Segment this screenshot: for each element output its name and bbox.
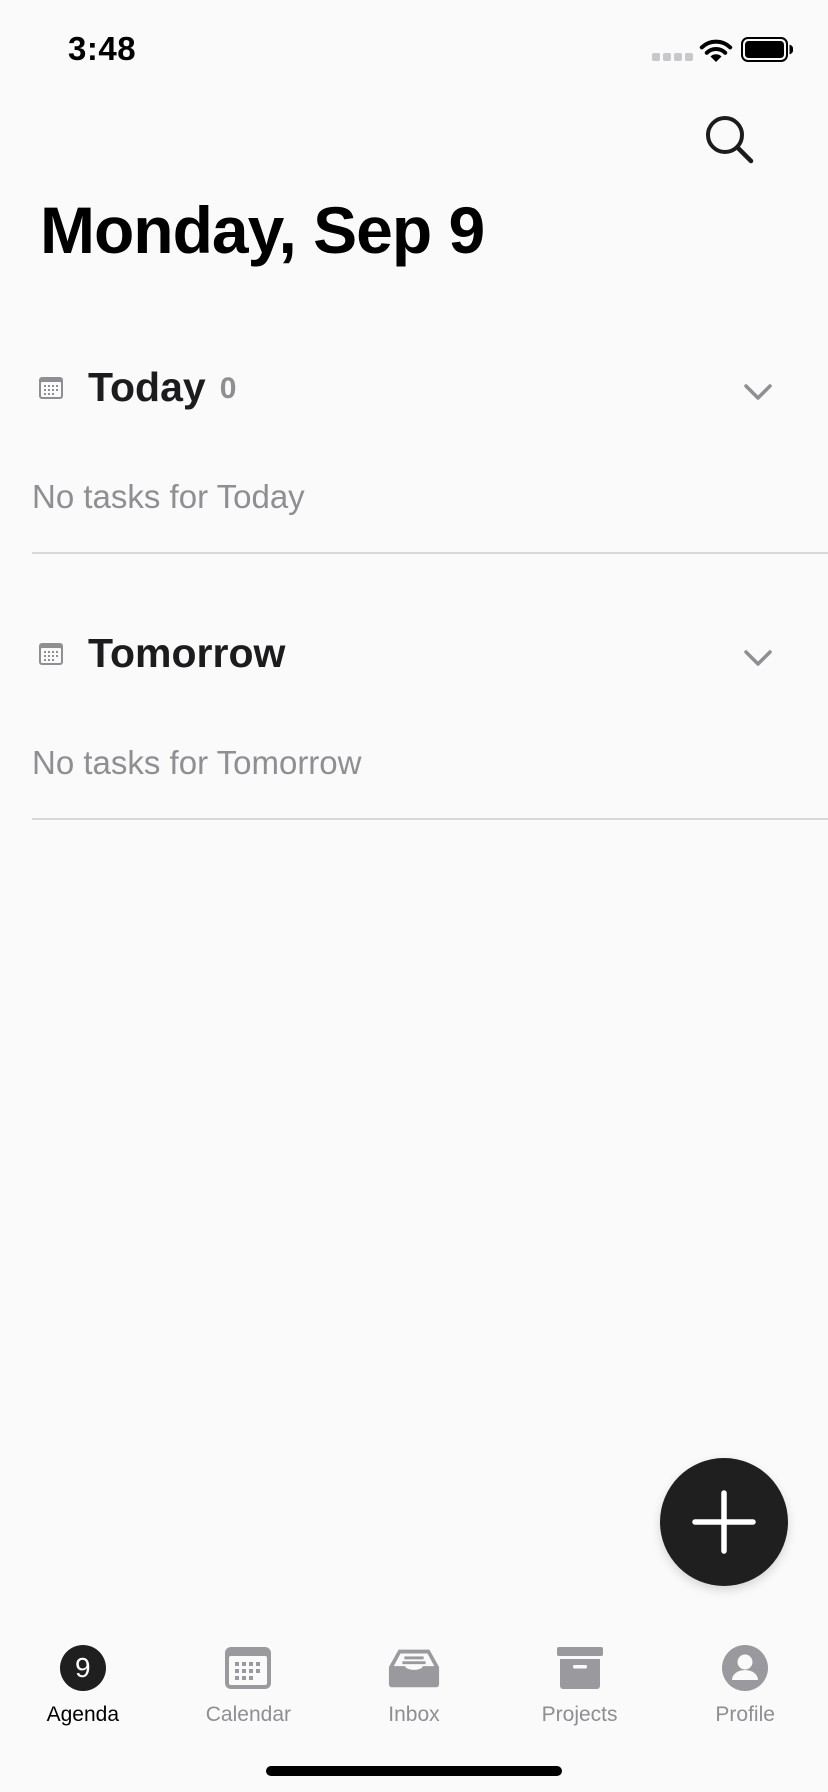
section-tomorrow: Tomorrow No tasks for Tomorrow [32, 616, 828, 821]
wifi-icon [699, 39, 733, 62]
plus-icon [692, 1490, 756, 1554]
profile-icon [722, 1645, 769, 1691]
tab-projects-label: Projects [541, 1703, 618, 1726]
archive-box-icon [556, 1647, 603, 1689]
divider [32, 818, 828, 820]
tab-inbox-label: Inbox [388, 1703, 440, 1726]
agenda-date-badge: 9 [59, 1645, 106, 1691]
inbox-tab-icon-wrap [387, 1641, 441, 1695]
section-today-count: 0 [219, 372, 237, 405]
agenda-screen: 3:48 Monday, Sep 9 Today 0 No tasks for … [0, 0, 828, 1792]
calendar-tab-icon-wrap [221, 1641, 275, 1695]
section-today-title: Today 0 [88, 364, 236, 411]
section-today-label: Today [88, 364, 206, 410]
tab-agenda[interactable]: 9 Agenda [0, 1620, 166, 1730]
status-time: 3:48 [68, 30, 137, 67]
chevron-down-icon[interactable] [738, 638, 778, 678]
cellular-signal-icon [652, 53, 693, 61]
divider [32, 552, 828, 554]
search-icon [706, 116, 754, 164]
page-title: Monday, Sep 9 [40, 193, 485, 267]
add-task-button[interactable] [660, 1458, 788, 1586]
calendar-icon [39, 643, 63, 665]
section-tomorrow-header[interactable]: Tomorrow [32, 616, 828, 696]
calendar-icon [39, 377, 63, 399]
tab-bar: 9 Agenda Calendar Inbox Projects Profile [0, 1620, 828, 1730]
profile-tab-icon-wrap [718, 1641, 772, 1695]
calendar-icon [225, 1647, 272, 1689]
section-today-header[interactable]: Today 0 [32, 350, 828, 430]
chevron-down-icon[interactable] [738, 372, 778, 412]
empty-state-text: No tasks for Today [32, 478, 305, 515]
tab-projects[interactable]: Projects [497, 1620, 663, 1730]
status-bar: 3:48 [0, 0, 828, 100]
tab-profile-label: Profile [715, 1703, 775, 1726]
empty-state-text: No tasks for Tomorrow [32, 744, 362, 781]
battery-icon [741, 37, 793, 62]
agenda-badge-icon: 9 [56, 1641, 110, 1695]
tab-inbox[interactable]: Inbox [331, 1620, 497, 1730]
projects-tab-icon-wrap [553, 1641, 607, 1695]
tab-calendar-label: Calendar [205, 1703, 291, 1726]
home-indicator [266, 1766, 562, 1776]
tab-profile[interactable]: Profile [662, 1620, 828, 1730]
tab-agenda-label: Agenda [46, 1703, 119, 1726]
section-tomorrow-title: Tomorrow [88, 630, 286, 676]
search-button[interactable] [700, 110, 760, 170]
inbox-icon [388, 1649, 440, 1688]
section-today: Today 0 No tasks for Today [32, 350, 828, 555]
tab-calendar[interactable]: Calendar [166, 1620, 332, 1730]
